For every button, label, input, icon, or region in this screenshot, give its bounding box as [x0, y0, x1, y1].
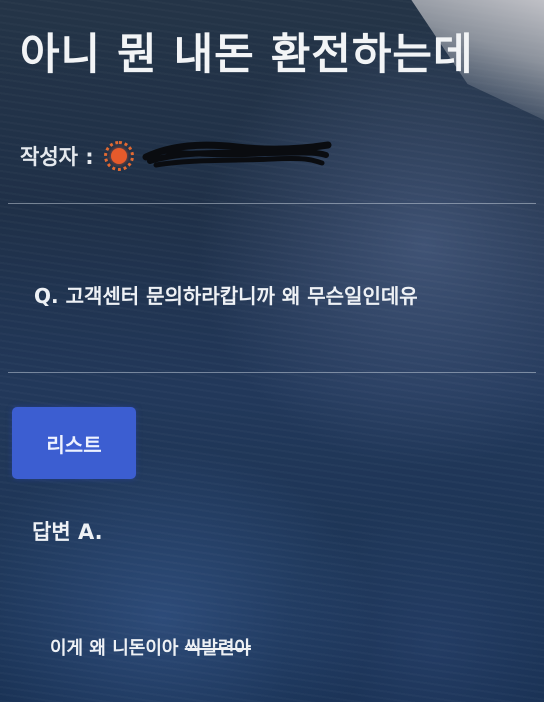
post-title: 아니 뭔 내돈 환전하는데: [20, 30, 474, 80]
author-row: 작성자 :: [20, 136, 332, 176]
header-divider: [8, 203, 536, 204]
author-label: 작성자 :: [20, 145, 94, 169]
redacted-author-name: [142, 139, 332, 173]
answer-body: 이게 왜 니돈이아 씩발련아: [50, 634, 251, 660]
question-text: Q. 고객센터 문의하라캅니까 왜 무슨일인데유: [34, 284, 418, 308]
answer-strike-text: 씩발련아: [184, 638, 251, 659]
answer-label: 답변 A.: [32, 520, 103, 544]
level-badge-icon: [103, 141, 134, 171]
answer-text: 이게 왜 니돈이아: [50, 638, 185, 659]
post-screen: 아니 뭔 내돈 환전하는데 작성자 : Q. 고객센터 문의하라캅니까 왜 무슨…: [0, 0, 544, 702]
list-button[interactable]: 리스트: [12, 407, 136, 479]
question-divider: [8, 372, 536, 373]
